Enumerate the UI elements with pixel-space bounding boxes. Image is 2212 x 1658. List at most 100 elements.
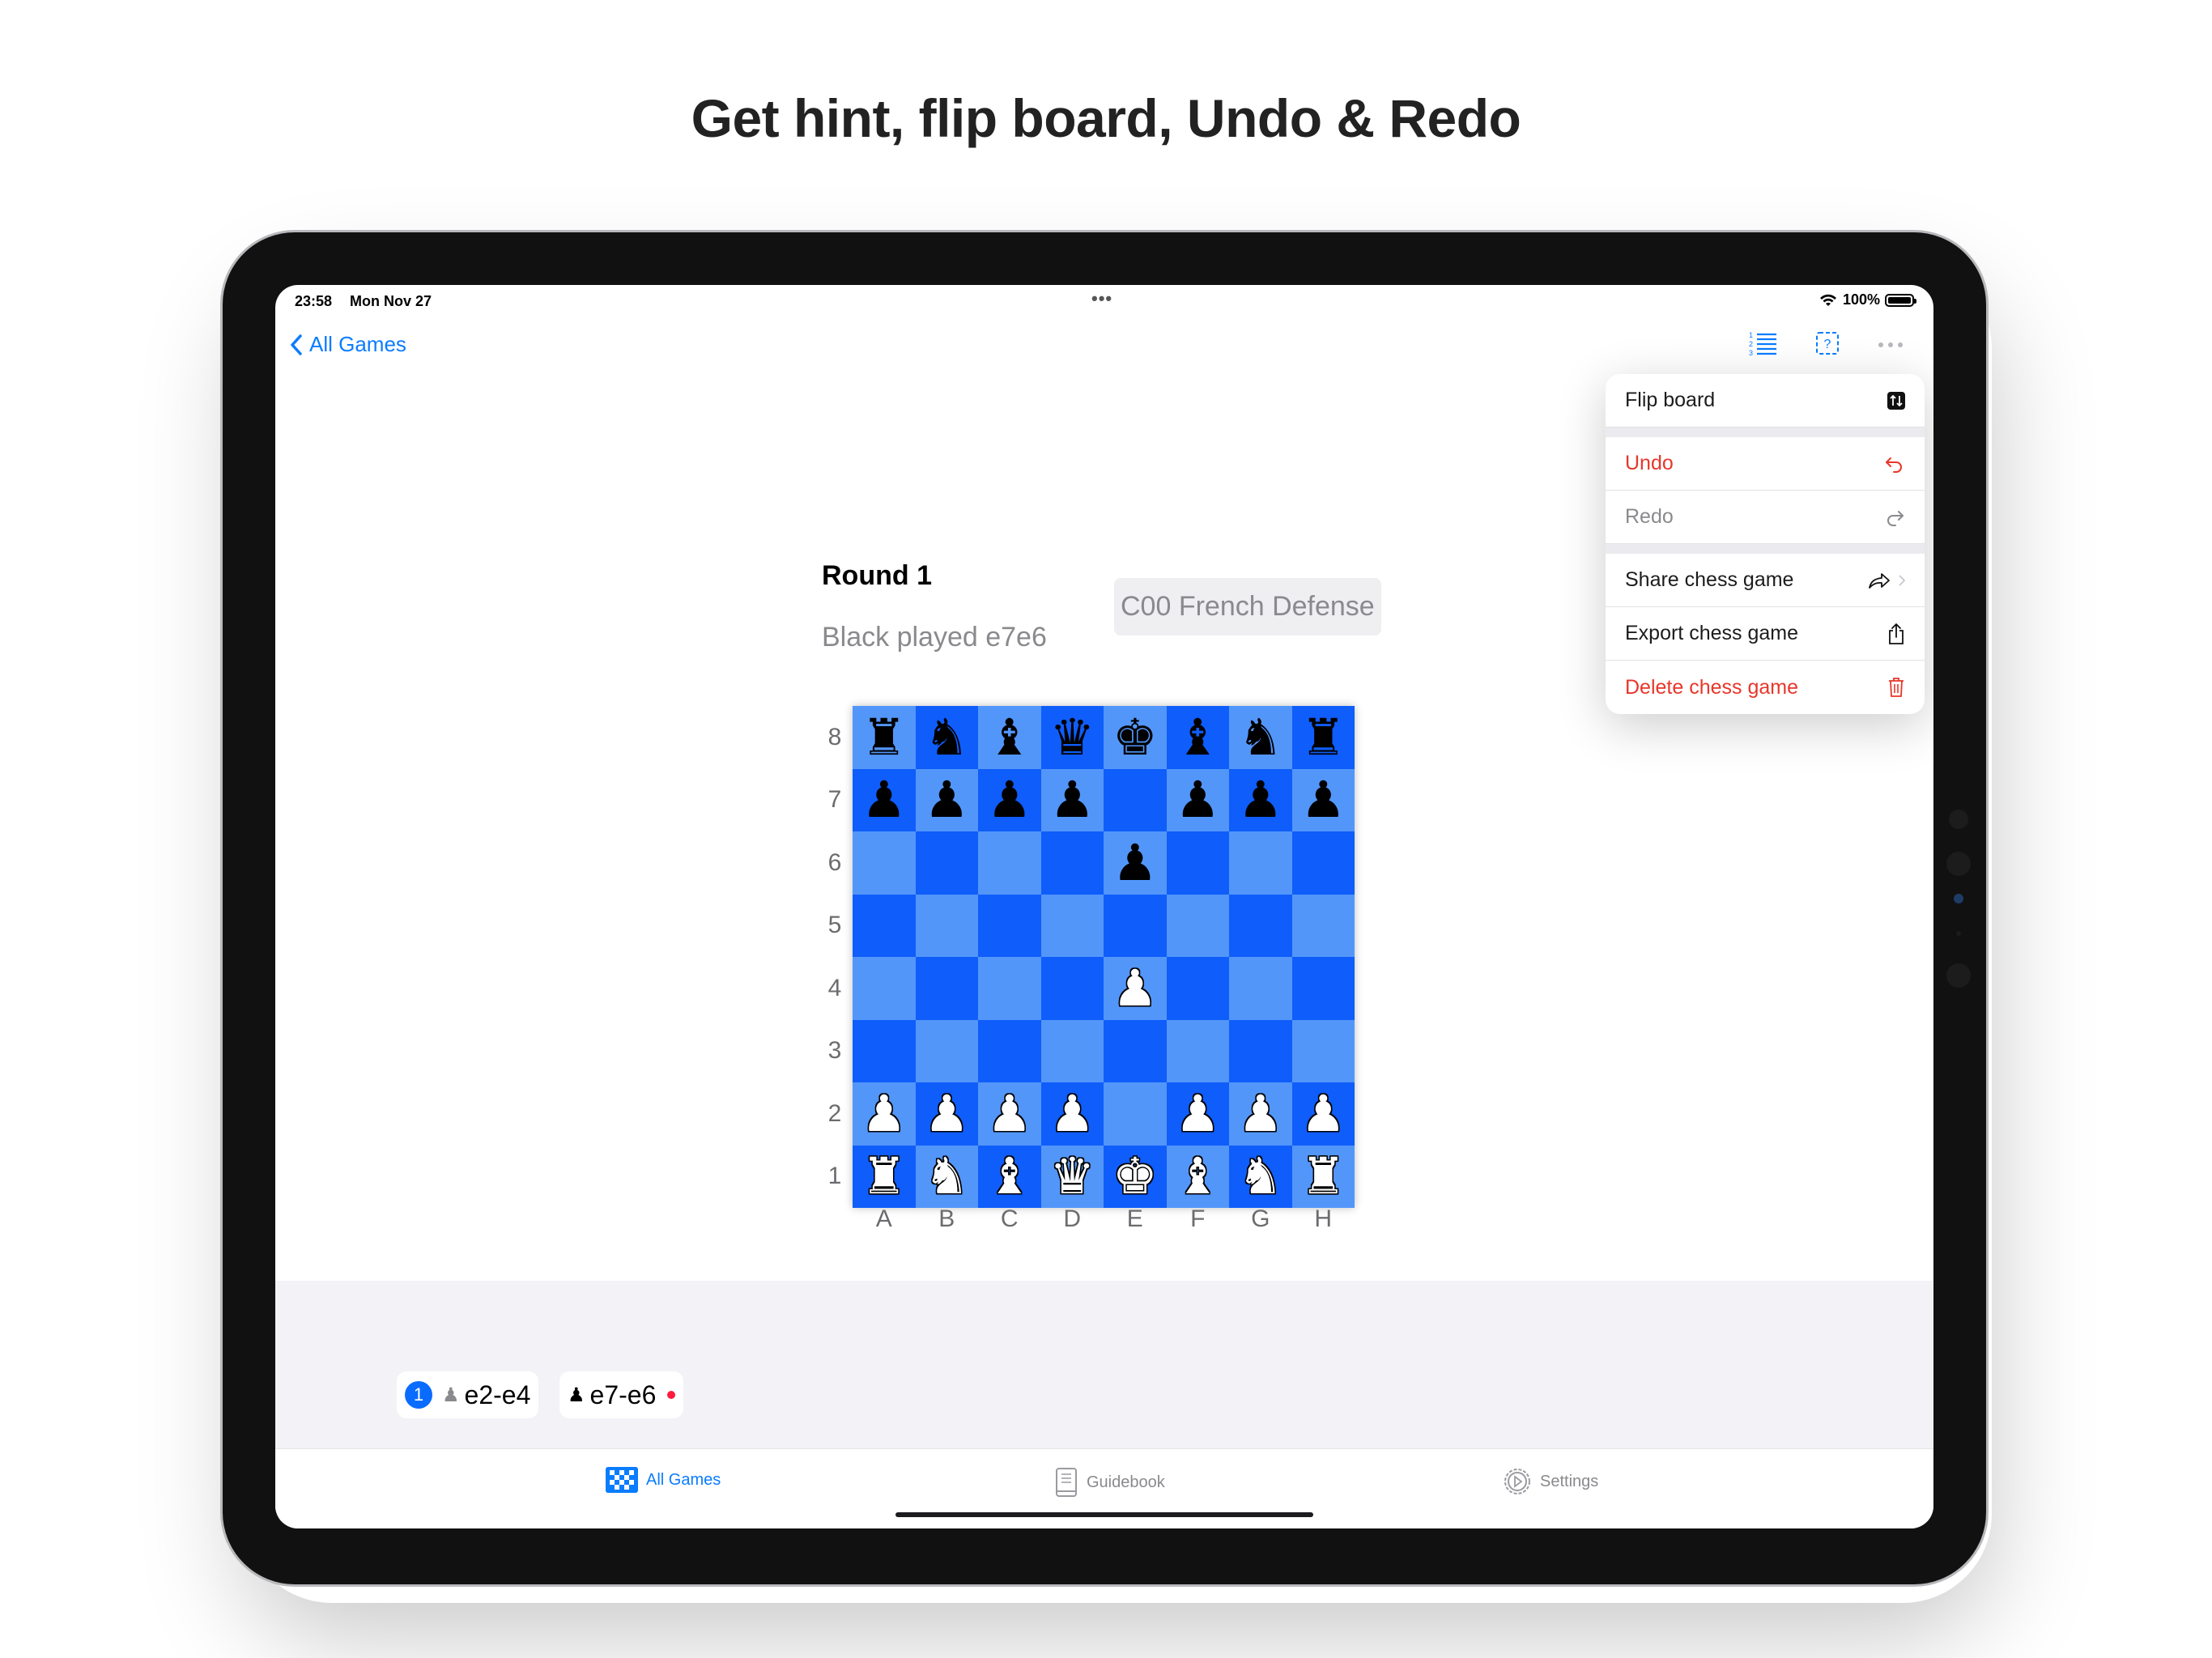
square-e5[interactable] [1104, 894, 1167, 957]
home-indicator[interactable] [895, 1512, 1313, 1517]
white-bishop-icon[interactable]: ♝ [1175, 1151, 1220, 1201]
white-king-icon[interactable]: ♚ [1112, 1151, 1158, 1201]
white-pawn-icon[interactable]: ♟ [924, 1088, 969, 1139]
black-bishop-icon[interactable]: ♝ [1175, 712, 1220, 763]
square-c1[interactable]: ♝ [978, 1145, 1041, 1208]
square-h2[interactable]: ♟ [1291, 1082, 1355, 1146]
white-pawn-icon[interactable]: ♟ [861, 1088, 907, 1139]
menu-share[interactable]: Share chess game [1606, 554, 1925, 607]
square-c8[interactable]: ♝ [978, 706, 1041, 769]
square-c3[interactable] [978, 1019, 1041, 1082]
more-button[interactable] [1877, 338, 1904, 353]
square-g3[interactable] [1229, 1019, 1292, 1082]
white-rook-icon[interactable]: ♜ [1300, 1151, 1346, 1201]
square-h6[interactable] [1291, 831, 1355, 895]
square-e3[interactable] [1104, 1019, 1167, 1082]
menu-redo[interactable]: Redo [1606, 491, 1925, 544]
back-button[interactable]: All Games [290, 332, 406, 357]
black-rook-icon[interactable]: ♜ [861, 712, 907, 763]
square-f5[interactable] [1166, 894, 1229, 957]
square-c4[interactable] [978, 957, 1041, 1020]
black-pawn-icon[interactable]: ♟ [1175, 775, 1220, 825]
square-d7[interactable]: ♟ [1040, 768, 1104, 831]
square-g8[interactable]: ♞ [1229, 706, 1292, 769]
black-knight-icon[interactable]: ♞ [924, 712, 969, 763]
square-h1[interactable]: ♜ [1291, 1145, 1355, 1208]
black-queen-icon[interactable]: ♛ [1049, 712, 1095, 763]
square-c7[interactable]: ♟ [978, 768, 1041, 831]
square-b1[interactable]: ♞ [915, 1145, 978, 1208]
move-chip-white[interactable]: 1 ♟ e2-e4 [397, 1371, 539, 1418]
square-a3[interactable] [853, 1019, 916, 1082]
move-chip-black[interactable]: ♟ e7-e6 [559, 1371, 684, 1418]
square-g1[interactable]: ♞ [1229, 1145, 1292, 1208]
square-h5[interactable] [1291, 894, 1355, 957]
black-pawn-icon[interactable]: ♟ [861, 775, 907, 825]
tab-all-games[interactable]: All Games [606, 1467, 721, 1493]
square-c2[interactable]: ♟ [978, 1082, 1041, 1146]
black-pawn-icon[interactable]: ♟ [987, 775, 1032, 825]
square-e1[interactable]: ♚ [1104, 1145, 1167, 1208]
square-f2[interactable]: ♟ [1166, 1082, 1229, 1146]
white-pawn-icon[interactable]: ♟ [987, 1088, 1032, 1139]
square-a7[interactable]: ♟ [853, 768, 916, 831]
square-g4[interactable] [1229, 957, 1292, 1020]
multitasking-indicator[interactable]: ••• [1091, 288, 1112, 309]
square-b5[interactable] [915, 894, 978, 957]
square-e8[interactable]: ♚ [1104, 706, 1167, 769]
move-list-button[interactable]: 1 2 3 [1749, 330, 1778, 360]
white-pawn-icon[interactable]: ♟ [1300, 1088, 1346, 1139]
square-d6[interactable] [1040, 831, 1104, 895]
square-g2[interactable]: ♟ [1229, 1082, 1292, 1146]
black-rook-icon[interactable]: ♜ [1300, 712, 1346, 763]
square-b7[interactable]: ♟ [915, 768, 978, 831]
hint-button[interactable]: ? [1815, 331, 1840, 359]
black-king-icon[interactable]: ♚ [1112, 712, 1158, 763]
white-pawn-icon[interactable]: ♟ [1175, 1088, 1220, 1139]
square-b8[interactable]: ♞ [915, 706, 978, 769]
square-d8[interactable]: ♛ [1040, 706, 1104, 769]
menu-delete[interactable]: Delete chess game [1606, 661, 1925, 714]
white-rook-icon[interactable]: ♜ [861, 1151, 907, 1201]
square-a8[interactable]: ♜ [853, 706, 916, 769]
black-bishop-icon[interactable]: ♝ [987, 712, 1032, 763]
square-g7[interactable]: ♟ [1229, 768, 1292, 831]
square-a5[interactable] [853, 894, 916, 957]
black-pawn-icon[interactable]: ♟ [924, 775, 969, 825]
menu-undo[interactable]: Undo [1606, 437, 1925, 491]
square-f7[interactable]: ♟ [1166, 768, 1229, 831]
white-bishop-icon[interactable]: ♝ [987, 1151, 1032, 1201]
square-e7[interactable] [1104, 768, 1167, 831]
square-b6[interactable] [915, 831, 978, 895]
white-pawn-icon[interactable]: ♟ [1049, 1088, 1095, 1139]
square-h3[interactable] [1291, 1019, 1355, 1082]
square-a1[interactable]: ♜ [853, 1145, 916, 1208]
square-f6[interactable] [1166, 831, 1229, 895]
square-h4[interactable] [1291, 957, 1355, 1020]
square-d4[interactable] [1040, 957, 1104, 1020]
square-d3[interactable] [1040, 1019, 1104, 1082]
square-c6[interactable] [978, 831, 1041, 895]
square-g5[interactable] [1229, 894, 1292, 957]
square-c5[interactable] [978, 894, 1041, 957]
black-knight-icon[interactable]: ♞ [1238, 712, 1283, 763]
square-b4[interactable] [915, 957, 978, 1020]
square-f4[interactable] [1166, 957, 1229, 1020]
square-h7[interactable]: ♟ [1291, 768, 1355, 831]
square-f8[interactable]: ♝ [1166, 706, 1229, 769]
square-d5[interactable] [1040, 894, 1104, 957]
white-queen-icon[interactable]: ♛ [1049, 1151, 1095, 1201]
white-knight-icon[interactable]: ♞ [1238, 1151, 1283, 1201]
chess-board[interactable]: ♜ ♞ ♝ ♛ ♚ ♝ ♞ ♜ ♟ ♟ ♟ ♟ ♟ ♟ ♟ ♟ ♟ ♟ ♟ ♟ ♟ ♟ ♟ ♟ ♜ ♞ ♝ ♛ ♚ ♝ ♞ ♜ [853, 706, 1355, 1208]
square-e2[interactable] [1104, 1082, 1167, 1146]
white-pawn-icon[interactable]: ♟ [1112, 963, 1158, 1014]
black-pawn-icon[interactable]: ♟ [1300, 775, 1346, 825]
square-d2[interactable]: ♟ [1040, 1082, 1104, 1146]
black-pawn-icon[interactable]: ♟ [1049, 775, 1095, 825]
square-h8[interactable]: ♜ [1291, 706, 1355, 769]
square-a2[interactable]: ♟ [853, 1082, 916, 1146]
square-f3[interactable] [1166, 1019, 1229, 1082]
white-pawn-icon[interactable]: ♟ [1238, 1088, 1283, 1139]
tab-settings[interactable]: Settings [1503, 1467, 1598, 1496]
square-g6[interactable] [1229, 831, 1292, 895]
